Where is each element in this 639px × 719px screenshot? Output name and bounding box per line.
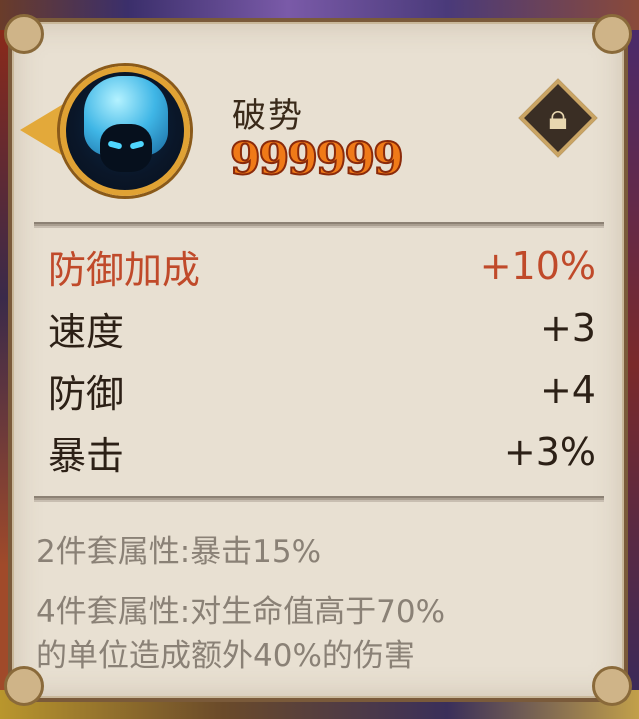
stat-label: 防御 bbox=[48, 371, 125, 416]
stat-label: 速度 bbox=[48, 309, 125, 354]
stat-label: 暴击 bbox=[48, 433, 125, 478]
stat-row-defense-bonus: 防御加成 +10% bbox=[48, 238, 596, 294]
character-avatar[interactable] bbox=[20, 56, 190, 206]
stat-value: +3% bbox=[503, 430, 596, 474]
portrait-eye bbox=[129, 140, 145, 150]
power-value: 999999 bbox=[229, 133, 405, 186]
two-piece-bonus: 2件套属性:暴击15% bbox=[36, 534, 322, 570]
panel-corner-ornament bbox=[4, 14, 44, 54]
section-divider bbox=[34, 496, 604, 502]
stat-value: +10% bbox=[479, 244, 596, 288]
lock-icon[interactable]: 🔒︎ bbox=[538, 94, 578, 142]
section-divider bbox=[34, 222, 604, 228]
four-piece-bonus-line1: 4件套属性:对生命值高于70% bbox=[36, 594, 446, 630]
four-piece-bonus-line2: 的单位造成额外40%的伤害 bbox=[36, 638, 415, 674]
panel-corner-ornament bbox=[592, 14, 632, 54]
portrait-eye bbox=[107, 140, 123, 150]
stat-row-crit: 暴击 +3% bbox=[48, 424, 596, 480]
stat-row-speed: 速度 +3 bbox=[48, 300, 596, 356]
stat-label: 防御加成 bbox=[48, 247, 201, 292]
stat-value: +3 bbox=[539, 306, 596, 350]
four-piece-bonus: 4件套属性:对生命值高于70% 的单位造成额外40%的伤害 bbox=[36, 590, 616, 678]
stat-row-defense: 防御 +4 bbox=[48, 362, 596, 418]
character-portrait bbox=[60, 66, 190, 196]
portrait-face bbox=[100, 124, 152, 172]
stat-value: +4 bbox=[539, 368, 596, 412]
item-name: 破势 bbox=[232, 96, 304, 136]
